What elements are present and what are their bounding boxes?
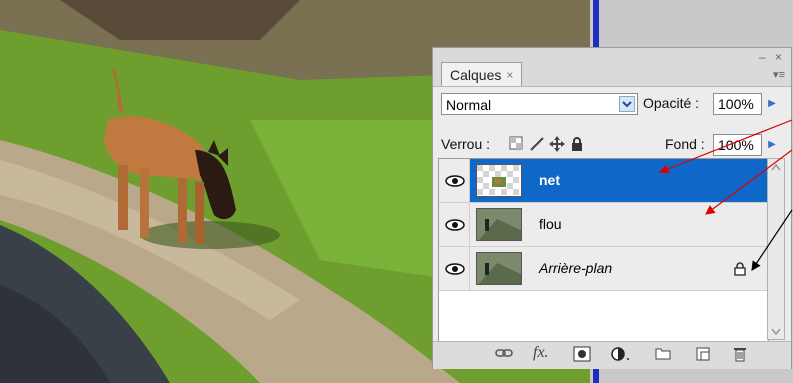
eye-icon — [445, 175, 465, 187]
layer-row-flou[interactable]: flou — [439, 203, 768, 247]
fill-field[interactable]: 100% — [713, 134, 762, 156]
layer-name[interactable]: Arrière-plan — [539, 260, 612, 276]
panel-bottom-toolbar: fx. — [433, 341, 791, 369]
eye-icon — [445, 219, 465, 231]
blend-mode-select[interactable]: Normal — [441, 93, 638, 115]
layer-name[interactable]: net — [539, 172, 560, 188]
panel-menu-icon[interactable]: ▾≡ — [773, 68, 785, 81]
opacity-label: Opacité : — [643, 95, 700, 111]
fill-slider-arrow-icon[interactable]: ▶ — [766, 135, 778, 155]
layer-name[interactable]: flou — [539, 216, 562, 232]
opacity-slider-arrow-icon[interactable]: ▶ — [766, 94, 778, 114]
panel-header: Calques × – × ▾≡ — [433, 48, 791, 87]
layers-panel: Calques × – × ▾≡ Normal Opacité : 100% ▶… — [432, 47, 792, 369]
layer-thumbnail — [476, 164, 522, 197]
fx-icon[interactable]: fx. — [533, 344, 549, 362]
adjustment-icon[interactable] — [610, 346, 632, 365]
visibility-toggle[interactable] — [439, 247, 470, 290]
layer-row-arriere-plan[interactable]: Arrière-plan — [439, 247, 768, 291]
visibility-toggle[interactable] — [439, 159, 470, 202]
trash-icon[interactable] — [733, 346, 747, 365]
layer-row-net[interactable]: net — [439, 159, 768, 203]
folder-icon[interactable] — [655, 346, 671, 363]
link-icon[interactable] — [495, 346, 513, 363]
layer-thumbnail — [476, 252, 522, 285]
brush-lock-icon[interactable] — [529, 136, 545, 155]
layers-scrollbar[interactable] — [767, 158, 785, 340]
opacity-field[interactable]: 100% — [713, 93, 762, 115]
visibility-toggle[interactable] — [439, 203, 470, 246]
blend-mode-value: Normal — [446, 97, 492, 113]
lock-icon[interactable] — [570, 136, 584, 155]
layers-list: net flou Arrière-plan — [438, 158, 769, 342]
scroll-up-icon — [771, 163, 781, 171]
tab-calques[interactable]: Calques × — [441, 62, 523, 86]
eye-icon — [445, 263, 465, 275]
tab-label: Calques — [450, 66, 502, 83]
move-lock-icon[interactable] — [549, 136, 565, 155]
scroll-down-icon — [771, 328, 781, 336]
layer-thumbnail — [476, 208, 522, 241]
tab-close-icon[interactable]: × — [506, 68, 513, 82]
transparency-lock-icon[interactable] — [509, 136, 523, 153]
lock-icon — [734, 262, 746, 276]
chevron-down-icon[interactable] — [619, 96, 635, 112]
fill-label: Fond : — [665, 136, 705, 152]
lock-label: Verrou : — [441, 136, 491, 152]
window-controls[interactable]: – × — [759, 50, 785, 64]
new-layer-icon[interactable] — [695, 346, 711, 365]
mask-icon[interactable] — [573, 346, 591, 365]
